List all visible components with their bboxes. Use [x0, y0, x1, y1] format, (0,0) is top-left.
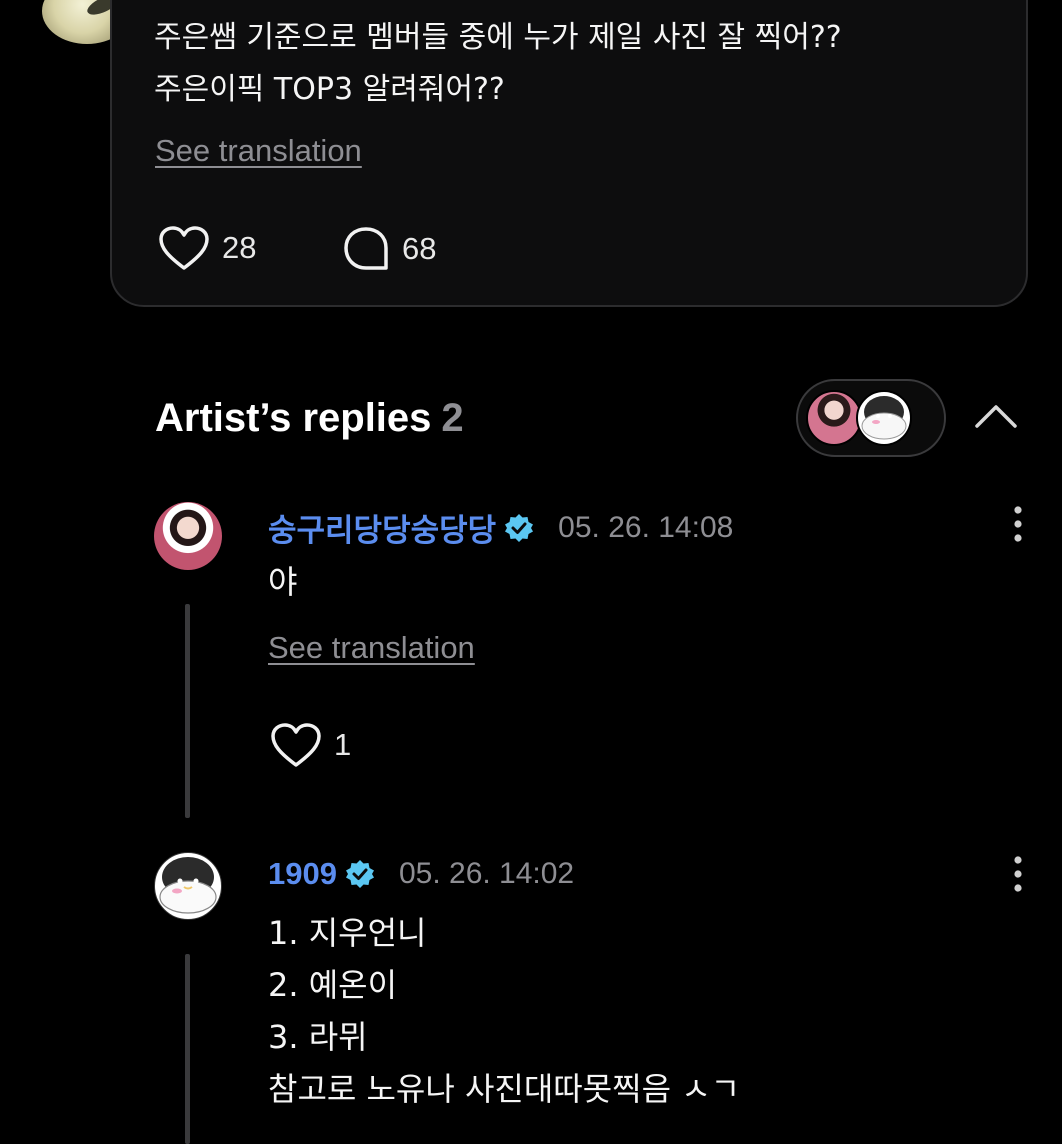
- post-see-translation-link[interactable]: See translation: [155, 133, 362, 169]
- collapse-replies-button[interactable]: [974, 398, 1018, 434]
- vertical-dots-icon: [1014, 856, 1022, 892]
- post-text-line-1: 주은쌤 기준으로 멤버들 중에 누가 제일 사진 잘 찍어??: [154, 20, 842, 55]
- reply-line: 참고로 노유나 사진대따못찍음 ㅅㄱ: [268, 1070, 741, 1108]
- speech-bubble-icon: [344, 227, 388, 270]
- heart-outline-icon: [159, 226, 209, 270]
- post-body: 주은쌤 기준으로 멤버들 중에 누가 제일 사진 잘 찍어?? 주은이픽 TOP…: [154, 12, 1014, 116]
- post-like-button[interactable]: 28: [158, 225, 256, 271]
- verified-badge-icon: [345, 859, 375, 889]
- artist-replies-count: 2: [441, 396, 464, 440]
- post-comment-button[interactable]: 68: [342, 225, 436, 273]
- post-like-count: 28: [222, 230, 257, 265]
- artist-replies-header: Artist’s replies 2: [155, 396, 464, 441]
- reply-author-name[interactable]: 숭구리당당숭당당: [268, 505, 496, 550]
- artist-avatars-pill[interactable]: [796, 379, 946, 457]
- character-avatar-art: [159, 857, 217, 914]
- verified-badge-icon: [504, 513, 534, 543]
- artist-avatar-2: [856, 390, 912, 446]
- character-avatar-art: [861, 396, 907, 440]
- reply-author-avatar[interactable]: [154, 852, 222, 920]
- artist-avatar-1: [806, 390, 862, 446]
- reply-like-button[interactable]: 1: [270, 722, 351, 768]
- heart-outline-icon: [271, 723, 321, 767]
- thread-line: [185, 954, 190, 1144]
- reply-author-avatar[interactable]: [154, 502, 222, 570]
- post-text-line-2: 주은이픽 TOP3 알려줘어??: [154, 72, 505, 107]
- vertical-dots-icon: [1014, 506, 1022, 542]
- reply-header: 숭구리당당숭당당 05. 26. 14:08: [268, 505, 733, 550]
- reply-author-name[interactable]: 1909: [268, 856, 337, 892]
- reply-timestamp: 05. 26. 14:02: [398, 857, 575, 890]
- reply-like-count: 1: [334, 727, 352, 762]
- reply-line: 2. 예온이: [268, 966, 398, 1004]
- reply-line: 1. 지우언니: [268, 914, 427, 952]
- reply-header: 1909 05. 26. 14:02: [268, 856, 574, 892]
- reply-more-button[interactable]: [1005, 504, 1031, 544]
- thread-line: [185, 604, 190, 818]
- reply-timestamp: 05. 26. 14:08: [558, 510, 734, 544]
- reply-body: 1. 지우언니 2. 예온이 3. 라뮈 참고로 노유나 사진대따못찍음 ㅅㄱ: [268, 907, 740, 1115]
- artist-replies-title: Artist’s replies: [155, 396, 432, 440]
- reply-line: 3. 라뮈: [268, 1018, 368, 1056]
- reply-more-button[interactable]: [1005, 854, 1031, 894]
- post-comment-count: 68: [402, 231, 437, 266]
- reply-see-translation-link[interactable]: See translation: [268, 630, 475, 666]
- reply-body: 야: [268, 563, 298, 601]
- chevron-up-icon: [975, 405, 1017, 428]
